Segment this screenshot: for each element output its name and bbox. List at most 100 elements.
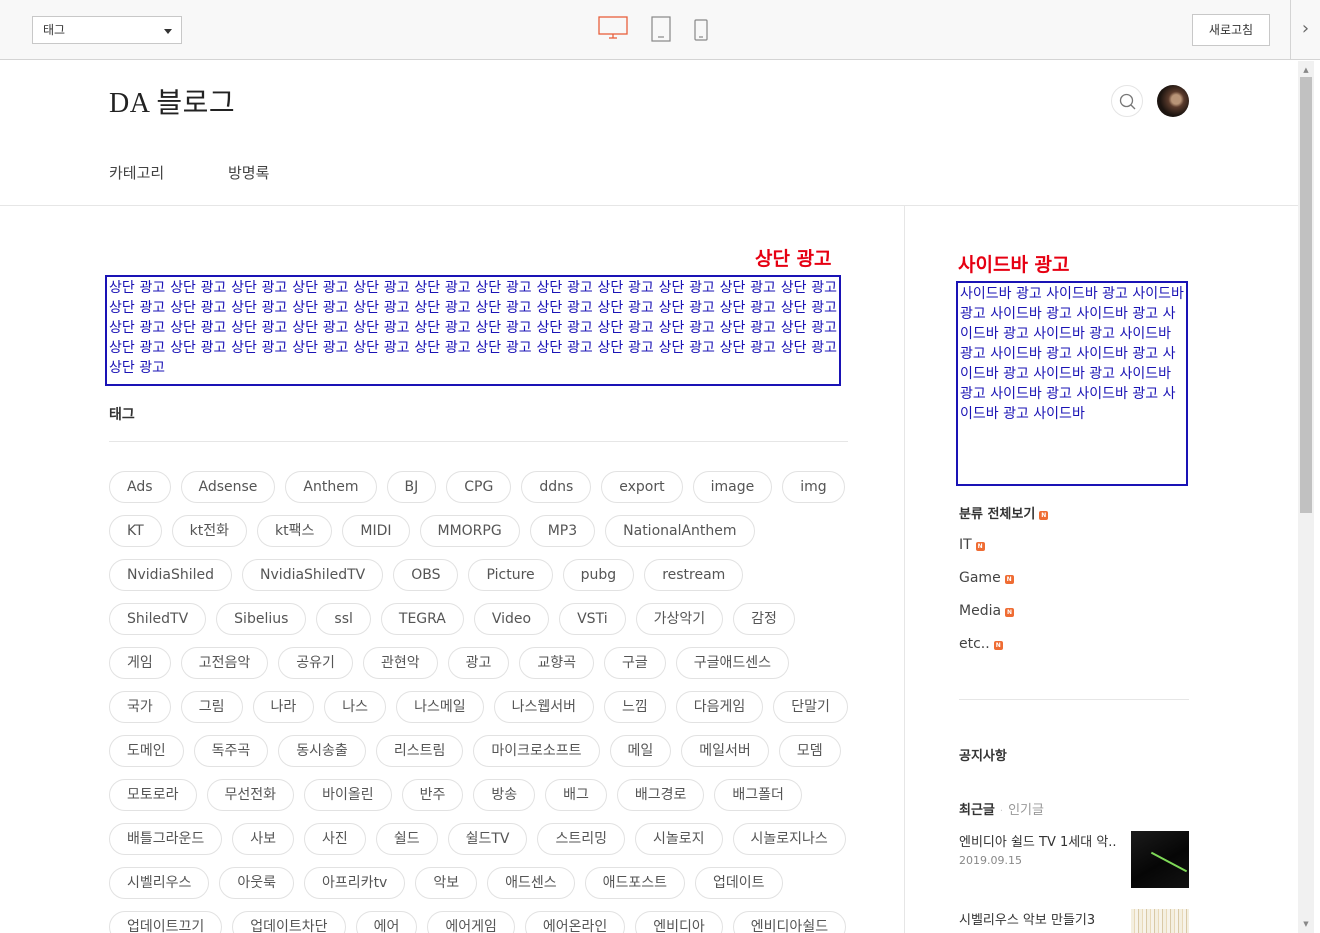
tablet-icon[interactable] xyxy=(651,16,671,46)
tag-item[interactable]: 시놀로지나스 xyxy=(732,823,846,855)
scrollbar-thumb[interactable] xyxy=(1300,77,1312,513)
category-item-media[interactable]: Media N xyxy=(959,603,1015,619)
tag-item[interactable]: Picture xyxy=(468,559,553,591)
tag-item[interactable]: ssl xyxy=(316,603,371,635)
tag-item[interactable]: 나스메일 xyxy=(396,691,484,723)
tag-item[interactable]: 에어 xyxy=(355,911,418,933)
tag-item[interactable]: 다음게임 xyxy=(675,691,764,723)
recent-post-thumbnail[interactable] xyxy=(1131,909,1189,933)
tag-item[interactable]: 스트리밍 xyxy=(537,823,625,855)
tag-item[interactable]: 리스트림 xyxy=(375,735,464,767)
avatar[interactable] xyxy=(1157,85,1189,117)
tag-item[interactable]: Adsense xyxy=(180,471,276,503)
tag-item[interactable]: 무선전화 xyxy=(206,779,295,811)
tag-item[interactable]: 아프리카tv xyxy=(304,867,406,899)
tag-item[interactable]: OBS xyxy=(393,559,459,591)
tag-item[interactable]: 배틀그라운드 xyxy=(109,823,223,855)
tag-item[interactable]: 교향곡 xyxy=(519,647,594,679)
tag-item[interactable]: 사보 xyxy=(232,823,295,855)
tag-item[interactable]: TEGRA xyxy=(380,603,464,635)
tag-item[interactable]: 메일 xyxy=(609,735,672,767)
tag-item[interactable]: 업데이트차단 xyxy=(232,911,346,933)
tag-item[interactable]: 공유기 xyxy=(278,647,353,679)
tag-item[interactable]: 애드포스트 xyxy=(584,867,686,899)
tag-item[interactable]: 동시송출 xyxy=(278,735,366,767)
tag-item[interactable]: 쉴드TV xyxy=(447,823,528,855)
tab-popular-posts[interactable]: 인기글 xyxy=(1008,803,1044,818)
tag-item[interactable]: 단말기 xyxy=(773,691,848,723)
tag-item[interactable]: 배그폴더 xyxy=(714,779,802,811)
tag-item[interactable]: MIDI xyxy=(342,515,410,547)
scroll-up-icon[interactable]: ▲ xyxy=(1298,63,1314,77)
page-select[interactable]: 태그 xyxy=(32,16,182,44)
tag-item[interactable]: NvidiaShiledTV xyxy=(242,559,384,591)
tag-item[interactable]: 시놀로지 xyxy=(635,823,723,855)
tag-item[interactable]: 애드센스 xyxy=(487,867,575,899)
nav-item-guestbook[interactable]: 방명록 xyxy=(228,162,269,183)
tag-item[interactable]: Anthem xyxy=(285,471,377,503)
tag-item[interactable]: 구글애드센스 xyxy=(675,647,790,679)
recent-post-thumbnail[interactable] xyxy=(1131,831,1189,888)
tag-item[interactable]: 구글 xyxy=(603,647,666,679)
search-button[interactable] xyxy=(1111,85,1143,117)
tag-item[interactable]: 고전음악 xyxy=(180,647,269,679)
tag-item[interactable]: 반주 xyxy=(401,779,464,811)
tag-item[interactable]: NvidiaShiled xyxy=(109,559,233,591)
tag-item[interactable]: 엔비디아쉴드 xyxy=(732,911,847,933)
tag-item[interactable]: 악보 xyxy=(415,867,478,899)
tag-item[interactable]: MP3 xyxy=(529,515,596,547)
tag-item[interactable]: kt팩스 xyxy=(257,515,333,547)
tag-item[interactable]: image xyxy=(692,471,773,503)
tag-item[interactable]: 업데이트 xyxy=(695,867,783,899)
category-all-link[interactable]: 분류 전체보기 N xyxy=(959,503,1049,522)
tag-item[interactable]: 업데이트끄기 xyxy=(109,911,223,933)
tag-item[interactable]: 아웃룩 xyxy=(219,867,295,899)
scroll-down-icon[interactable]: ▼ xyxy=(1298,917,1314,931)
tag-item[interactable]: 감정 xyxy=(733,603,795,635)
tag-item[interactable]: Ads xyxy=(109,471,171,503)
recent-post-title[interactable]: 시벨리우스 악보 만들기3 xyxy=(959,909,1095,928)
tag-item[interactable]: BJ xyxy=(386,471,437,503)
tag-item[interactable]: kt전화 xyxy=(171,515,248,547)
tag-item[interactable]: 쉴드 xyxy=(375,823,438,855)
tag-item[interactable]: 관현악 xyxy=(362,647,438,679)
tag-item[interactable]: export xyxy=(601,471,683,503)
tag-item[interactable]: restream xyxy=(644,559,744,591)
tag-item[interactable]: img xyxy=(782,471,845,503)
tag-item[interactable]: 모뎀 xyxy=(778,735,841,767)
tag-item[interactable]: 엔비디아 xyxy=(635,911,723,933)
tag-item[interactable]: 바이올린 xyxy=(304,779,392,811)
tag-item[interactable]: 모토로라 xyxy=(109,779,197,811)
category-item-etc[interactable]: etc.. N xyxy=(959,636,1003,652)
tag-item[interactable]: 느낌 xyxy=(604,691,666,723)
tag-item[interactable]: ddns xyxy=(521,471,592,503)
tag-item[interactable]: 그림 xyxy=(180,691,243,723)
tag-item[interactable]: 나스웹서버 xyxy=(493,691,594,723)
tag-item[interactable]: Sibelius xyxy=(216,603,307,635)
tag-item[interactable]: 나스 xyxy=(324,691,387,723)
tag-item[interactable]: 광고 xyxy=(447,647,510,679)
tag-item[interactable]: 에어게임 xyxy=(427,911,515,933)
tag-item[interactable]: 방송 xyxy=(473,779,536,811)
tag-item[interactable]: 나라 xyxy=(252,691,315,723)
tag-item[interactable]: 도메인 xyxy=(109,735,184,767)
tag-item[interactable]: CPG xyxy=(446,471,512,503)
recent-post-title[interactable]: 엔비디아 쉴드 TV 1세대 악.. xyxy=(959,831,1117,850)
page-scrollbar[interactable]: ▲ ▼ xyxy=(1298,61,1314,933)
tab-recent-posts[interactable]: 최근글 xyxy=(959,803,995,818)
refresh-button[interactable]: 새로고침 xyxy=(1192,14,1270,46)
tag-item[interactable]: 메일서버 xyxy=(681,735,769,767)
tag-item[interactable]: 배그경로 xyxy=(616,779,705,811)
desktop-icon[interactable] xyxy=(598,16,628,44)
tag-item[interactable]: 국가 xyxy=(109,691,171,723)
tag-item[interactable]: 가상악기 xyxy=(635,603,724,635)
blog-title[interactable]: DA 블로그 xyxy=(109,81,235,121)
tag-item[interactable]: ShiledTV xyxy=(109,603,207,635)
chevron-right-icon[interactable]: › xyxy=(1290,0,1320,60)
tag-item[interactable]: 에어온라인 xyxy=(524,911,626,933)
category-item-game[interactable]: Game N xyxy=(959,570,1014,586)
tag-item[interactable]: 배그 xyxy=(545,779,607,811)
tag-item[interactable]: 게임 xyxy=(109,647,171,679)
tag-item[interactable]: pubg xyxy=(562,559,635,591)
tag-item[interactable]: MMORPG xyxy=(419,515,520,547)
